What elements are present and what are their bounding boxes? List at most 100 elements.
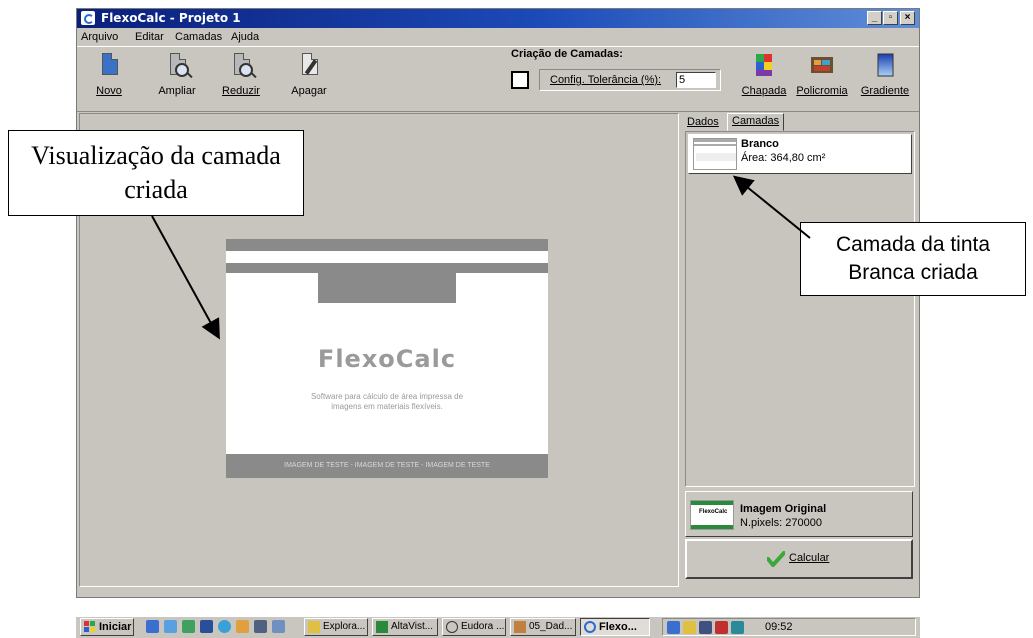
flexocalc-icon [584, 621, 596, 633]
new-document-icon [95, 51, 123, 79]
menu-bar: Arquivo Editar Camadas Ajuda [77, 29, 919, 45]
toolbar: Novo Ampliar Reduzir Apagar Criação de C… [77, 46, 919, 112]
menu-ajuda[interactable]: Ajuda [231, 31, 259, 43]
tray-icon-1[interactable] [667, 621, 680, 634]
tolerance-label: Config. Tolerância (%): [550, 74, 662, 86]
folder-icon [308, 621, 320, 633]
original-pixels: N.pixels: 270000 [740, 517, 822, 529]
solid-color-button[interactable]: Chapada [737, 51, 791, 107]
maximize-button[interactable]: ▫ [883, 11, 898, 25]
gradient-icon [871, 51, 899, 79]
calculate-label: Calcular [789, 552, 830, 564]
tab-camadas-label: Camadas [732, 115, 780, 127]
polychrome-icon [808, 51, 836, 79]
polychrome-label: Policromia [796, 85, 848, 97]
menu-camadas[interactable]: Camadas [175, 31, 222, 43]
callout-layer-text: Camada da tinta Branca criada [835, 233, 991, 284]
quick-launch-icon-8[interactable] [272, 620, 285, 633]
task-flexocalc[interactable]: Flexo... [580, 618, 650, 636]
zoom-out-button[interactable]: Reduzir [211, 51, 271, 107]
tray-icon-3[interactable] [699, 621, 712, 634]
tolerance-input[interactable] [676, 72, 716, 88]
task-document[interactable]: 05_Dad... [510, 618, 576, 636]
eudora-icon [446, 621, 458, 633]
preview-tab-shape [318, 273, 456, 303]
callout-layer: Camada da tinta Branca criada [800, 222, 1026, 296]
task-altavista[interactable]: AltaVist... [372, 618, 438, 636]
original-thumbnail: FlexoCalc [690, 500, 734, 530]
app-logo-icon[interactable] [81, 11, 95, 25]
zoom-in-icon [163, 51, 191, 79]
task-eudora-label: Eudora ... [461, 621, 505, 632]
menu-editar[interactable]: Editar [135, 31, 164, 43]
gradient-button[interactable]: Gradiente [855, 51, 915, 107]
tab-dados-label: Dados [687, 116, 719, 128]
preview-logo: FlexoCalc [317, 345, 457, 373]
altavista-icon [376, 621, 388, 633]
layer-item-branco[interactable]: Branco Área: 364,80 cm² [688, 134, 912, 174]
start-label: Iniciar [99, 621, 132, 633]
polychrome-button[interactable]: Policromia [793, 51, 851, 107]
layers-list[interactable]: Branco Área: 364,80 cm² [685, 131, 915, 487]
layer-creation-label: Criação de Camadas: [511, 48, 623, 60]
status-bar [79, 587, 917, 596]
calculate-button[interactable]: Calcular [685, 539, 913, 579]
quick-launch-icon-6[interactable] [236, 620, 249, 633]
browser-icon[interactable] [218, 620, 231, 633]
quick-launch-icon-7[interactable] [254, 620, 267, 633]
task-eudora[interactable]: Eudora ... [442, 618, 506, 636]
menu-arquivo[interactable]: Arquivo [81, 31, 118, 43]
document-icon [514, 621, 526, 633]
windows-logo-icon [84, 621, 96, 633]
erase-button[interactable]: Apagar [279, 51, 339, 107]
new-button-label: Novo [96, 85, 122, 97]
speaker-icon[interactable] [683, 621, 696, 634]
zoom-out-icon [227, 51, 255, 79]
quick-launch-icon-4[interactable] [200, 620, 213, 633]
preview-gap [226, 251, 548, 263]
close-button[interactable]: × [900, 11, 915, 25]
task-explorer-label: Explora... [323, 621, 366, 632]
layer-thumbnail [693, 138, 737, 170]
layer-name: Branco [741, 138, 779, 150]
quick-launch-icon-1[interactable] [146, 620, 159, 633]
clock[interactable]: 09:52 [765, 621, 793, 633]
callout-preview: Visualização da camada criada [8, 130, 304, 216]
checkmark-icon [767, 551, 785, 567]
tab-dados[interactable]: Dados [683, 115, 723, 131]
tolerance-group: Config. Tolerância (%): [539, 69, 721, 91]
zoom-in-button-label: Ampliar [158, 85, 196, 97]
original-image-item[interactable]: FlexoCalc Imagem Original N.pixels: 2700… [685, 491, 913, 537]
tab-camadas[interactable]: Camadas [727, 113, 785, 131]
tray-icon-4[interactable] [715, 621, 728, 634]
start-button[interactable]: Iniciar [80, 618, 134, 636]
preview-image: FlexoCalc Software para cálculo de área … [226, 239, 548, 478]
window-title: FlexoCalc - Projeto 1 [101, 11, 241, 25]
solid-color-icon [750, 51, 778, 79]
quick-launch-icon-3[interactable] [182, 620, 195, 633]
erase-icon [295, 51, 323, 79]
preview-banner: IMAGEM DE TESTE - IMAGEM DE TESTE - IMAG… [226, 454, 548, 478]
color-swatch[interactable] [511, 71, 529, 89]
erase-button-label: Apagar [291, 85, 327, 97]
side-panel: Dados Camadas Branco Área: 364,80 cm² Fl… [683, 113, 919, 589]
zoom-in-button[interactable]: Ampliar [147, 51, 207, 107]
minimize-button[interactable]: _ [867, 11, 882, 25]
taskbar: Iniciar Explora... AltaVist... Eudora ..… [76, 616, 920, 638]
zoom-out-button-label: Reduzir [222, 85, 260, 97]
original-name: Imagem Original [740, 503, 827, 515]
preview-top-bar [226, 239, 548, 251]
task-document-label: 05_Dad... [529, 621, 573, 632]
quick-launch-icon-2[interactable] [164, 620, 177, 633]
solid-color-label: Chapada [741, 85, 787, 97]
layer-area: Área: 364,80 cm² [741, 152, 826, 164]
system-tray: 09:52 [662, 618, 916, 636]
task-altavista-label: AltaVist... [391, 621, 434, 632]
preview-mid-bar [226, 263, 548, 273]
task-explorer[interactable]: Explora... [304, 618, 368, 636]
tray-icon-5[interactable] [731, 621, 744, 634]
new-button[interactable]: Novo [79, 51, 139, 107]
title-bar[interactable]: FlexoCalc - Projeto 1 _ ▫ × [77, 9, 919, 28]
task-flexocalc-label: Flexo... [599, 621, 637, 633]
gradient-label: Gradiente [860, 85, 910, 97]
